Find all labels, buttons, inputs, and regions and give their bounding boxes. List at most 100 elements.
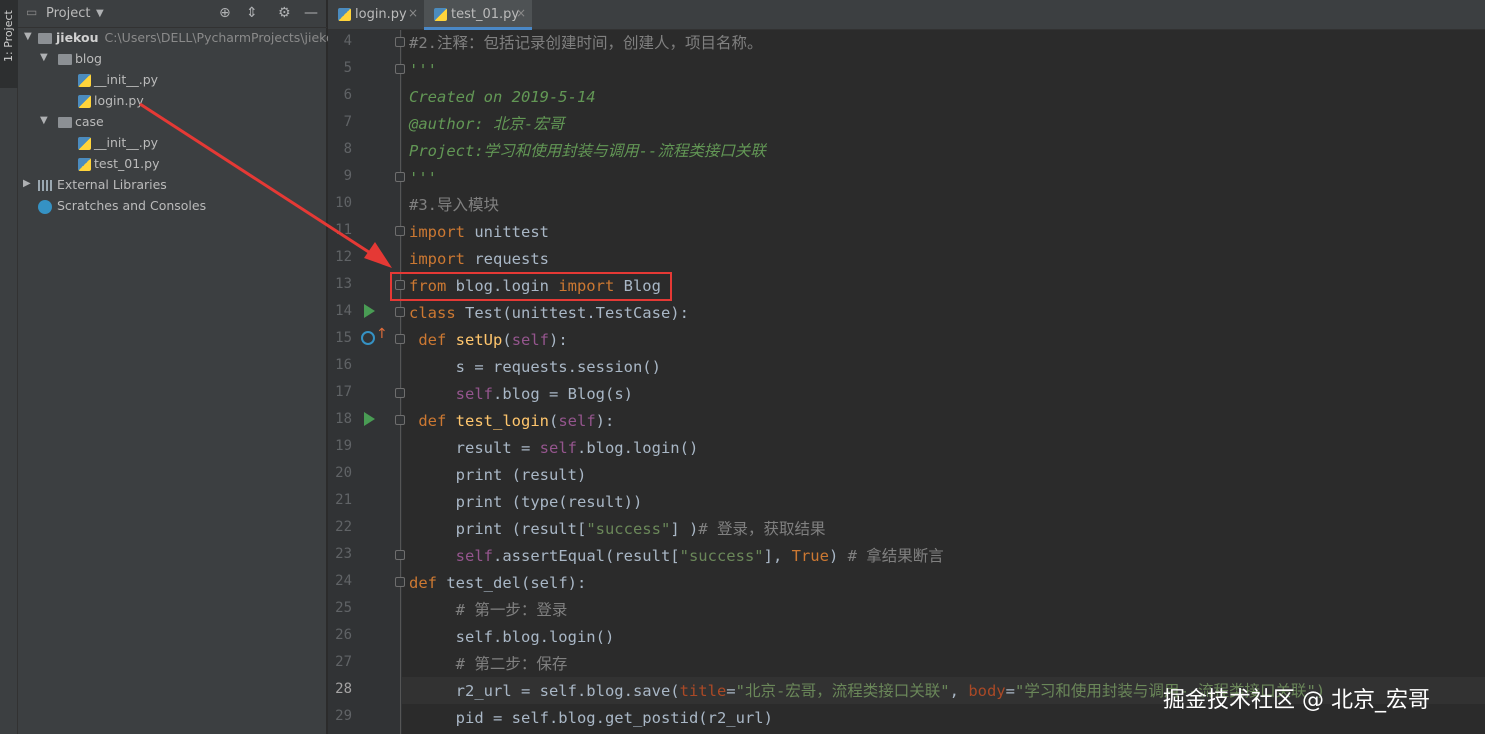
line-number: 22: [335, 519, 352, 535]
folder-icon: [58, 54, 72, 65]
line-number: 4: [343, 33, 352, 49]
project-panel: ▭ Project ▼ ⊕ ⇕ ⚙ — ▼ jiekou C:\Users\DEL…: [18, 0, 342, 734]
code-line: pid = self.blog.get_postid(r2_url): [409, 705, 773, 732]
tree-item-external-libraries[interactable]: ▶ External Libraries: [18, 175, 327, 196]
code-token: pid = self.blog.get_postid(r2_url): [409, 709, 773, 727]
tree-item-test01[interactable]: test_01.py: [18, 154, 327, 175]
code-token: print (result[: [409, 520, 587, 538]
run-icon[interactable]: [364, 412, 375, 426]
override-icon[interactable]: [361, 331, 375, 345]
close-icon[interactable]: ×: [408, 6, 418, 20]
run-icon[interactable]: [364, 304, 375, 318]
code-token: # 第二步：保存: [455, 655, 568, 673]
gear-icon[interactable]: ⚙: [278, 5, 291, 21]
code-token: #2.注释：包括记录创建时间，创建人，项目名称。: [409, 34, 763, 52]
code-token: ''': [409, 169, 437, 187]
code-token: (: [502, 331, 512, 349]
line-number: 12: [335, 249, 352, 265]
tree-item-label: blog: [75, 51, 102, 66]
fold-marker-icon[interactable]: [395, 172, 405, 182]
code-token: title: [679, 682, 727, 700]
code-token: (: [549, 412, 559, 430]
chevron-down-icon[interactable]: ▼: [96, 8, 104, 19]
tree-item-init-case[interactable]: __init__.py: [18, 133, 327, 154]
tree-item-label: Scratches and Consoles: [57, 198, 207, 213]
code-token: self: [558, 412, 596, 430]
fold-marker-icon[interactable]: [395, 334, 405, 344]
code-line: result = self.blog.login(): [409, 435, 699, 462]
fold-marker-icon[interactable]: [395, 415, 405, 425]
code-token: self: [539, 439, 577, 457]
scratches-icon: [38, 200, 52, 214]
chevron-down-icon[interactable]: ▼: [24, 31, 32, 42]
code-line: #3.导入模块: [409, 192, 499, 219]
code-line: def test_del(self):: [409, 570, 586, 597]
code-token: # 登录，获取结果: [698, 520, 826, 538]
code-line: s = requests.session(): [409, 354, 661, 381]
code-line: print (result): [409, 462, 587, 489]
line-number: 28: [335, 681, 352, 697]
fold-marker-icon[interactable]: [395, 550, 405, 560]
project-view-selector[interactable]: Project: [46, 6, 90, 21]
code-token: ): [828, 547, 848, 565]
code-line: Created on 2019-5-14: [409, 84, 596, 111]
line-number: 21: [335, 492, 352, 508]
fold-marker-icon[interactable]: [395, 388, 405, 398]
code-token: test_login: [455, 412, 549, 430]
chevron-down-icon[interactable]: ▼: [40, 115, 48, 126]
line-number: 10: [335, 195, 352, 211]
python-file-icon: [434, 8, 447, 21]
folder-icon: [38, 33, 52, 44]
line-number: 17: [335, 384, 352, 400]
code-token: "success": [679, 547, 764, 565]
code-token: Project:学习和使用封装与调用--流程类接口关联: [409, 142, 766, 160]
code-line: ''': [409, 165, 437, 192]
line-number: 11: [335, 222, 352, 238]
line-number: 15: [335, 330, 352, 346]
code-token: result =: [409, 439, 540, 457]
close-icon[interactable]: ×: [516, 6, 526, 20]
chevron-right-icon[interactable]: ▶: [23, 178, 31, 189]
project-tool-tab[interactable]: 1: Project: [0, 0, 18, 88]
code-line: self.assertEqual(result["success"], True…: [409, 543, 944, 570]
tree-item-login[interactable]: login.py: [18, 91, 327, 112]
project-panel-header: ▭ Project ▼ ⊕ ⇕ ⚙ —: [18, 0, 327, 28]
code-token: ):: [595, 412, 615, 430]
code-line: def setUp(self):: [409, 327, 567, 354]
code-token: .blog.login(): [576, 439, 699, 457]
tree-item-label: External Libraries: [57, 177, 167, 192]
python-file-icon: [78, 74, 91, 87]
fold-marker-icon[interactable]: [395, 307, 405, 317]
tree-item-init-blog[interactable]: __init__.py: [18, 70, 327, 91]
import-highlight-box: [390, 272, 672, 301]
code-token: ''': [409, 61, 437, 79]
target-icon[interactable]: ⊕: [219, 5, 231, 21]
library-icon: [38, 180, 52, 191]
code-token: requests: [465, 250, 549, 268]
tab-test-01-py[interactable]: test_01.py ×: [424, 0, 532, 30]
tree-item-path: C:\Users\DELL\PycharmProjects\jiekou: [104, 30, 342, 45]
tree-item-blog[interactable]: ▼ blog: [18, 49, 327, 70]
hide-icon[interactable]: —: [304, 5, 318, 21]
tree-item-case[interactable]: ▼ case: [18, 112, 327, 133]
code-token: def: [409, 574, 437, 592]
fold-marker-icon[interactable]: [395, 37, 405, 47]
code-token: @author: 北京-宏哥: [409, 115, 565, 133]
fold-marker-icon[interactable]: [395, 577, 405, 587]
line-number: 6: [343, 87, 352, 103]
code-line: # 第二步：保存: [409, 651, 568, 678]
fold-marker-icon[interactable]: [395, 64, 405, 74]
code-token: self: [455, 547, 493, 565]
tab-login-py[interactable]: login.py ×: [328, 0, 423, 30]
collapse-icon[interactable]: ⇕: [246, 5, 258, 21]
code-line: def test_login(self):: [409, 408, 614, 435]
python-file-icon: [78, 158, 91, 171]
fold-marker-icon[interactable]: [395, 226, 405, 236]
tree-item-scratches[interactable]: Scratches and Consoles: [18, 196, 327, 217]
chevron-down-icon[interactable]: ▼: [40, 52, 48, 63]
project-tool-tab-label: 1: Project: [2, 10, 15, 62]
code-line: ''': [409, 57, 437, 84]
line-number: 26: [335, 627, 352, 643]
tree-item-jiekou[interactable]: ▼ jiekou C:\Users\DELL\PycharmProjects\ji…: [18, 28, 342, 49]
line-number: 20: [335, 465, 352, 481]
